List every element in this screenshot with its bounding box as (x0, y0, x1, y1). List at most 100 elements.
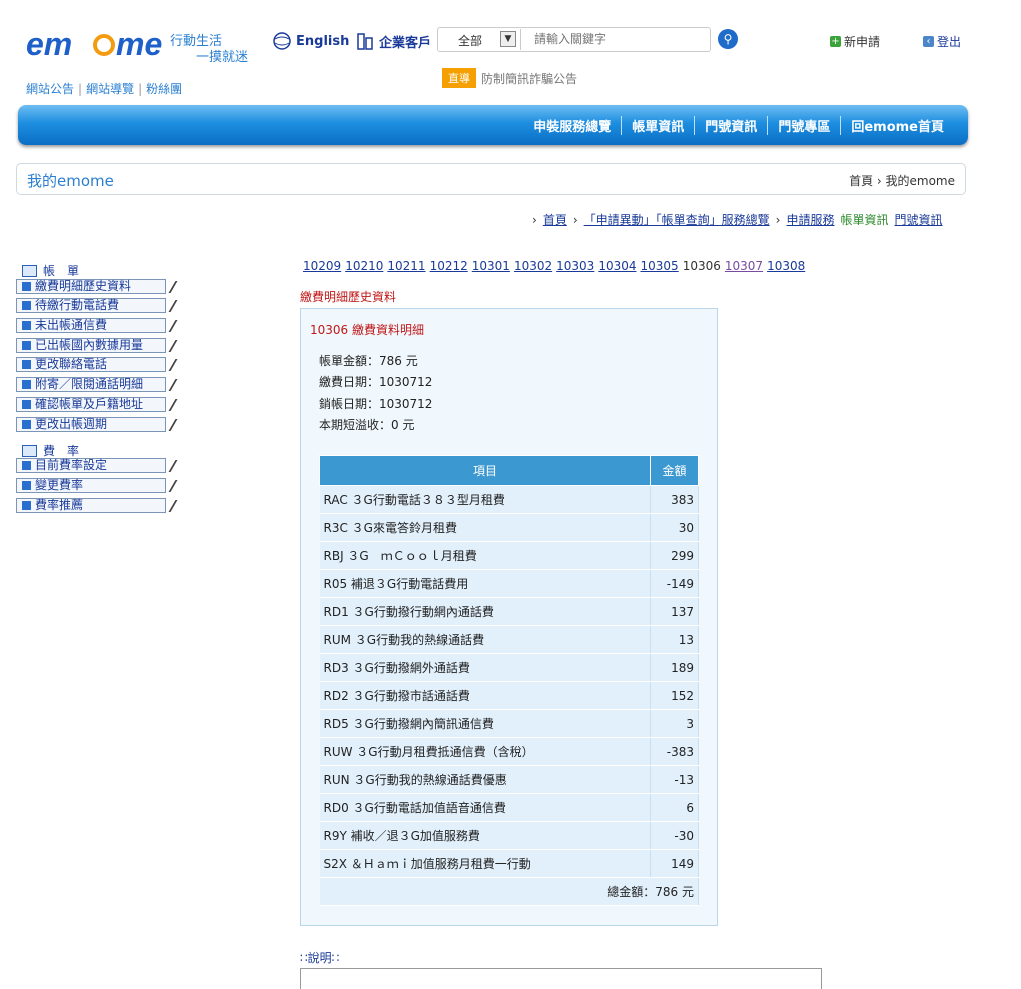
svg-text:em: em (26, 28, 72, 62)
table-row: RUM ３G行動我的熱線通話費 13 (319, 625, 699, 654)
sidebar-item[interactable]: 費率推薦 (16, 498, 166, 513)
nav-number-zone[interactable]: 門號專區 (768, 116, 842, 135)
row-amount: 30 (650, 513, 699, 542)
bc-current: 帳單資訊 (840, 213, 889, 227)
nav-bill-info[interactable]: 帳單資訊 (622, 116, 696, 135)
row-item: RD3 ３G行動撥網外通話費 (319, 653, 651, 682)
svg-text:me: me (116, 28, 162, 62)
total-amount: 總金額：786 元 (319, 877, 699, 906)
row-item: R3C ３G來電答鈴月租費 (319, 513, 651, 542)
folder-icon (22, 264, 37, 277)
nav-home[interactable]: 回emome首頁 (841, 116, 954, 135)
bullet-icon (22, 501, 31, 510)
building-icon (357, 33, 373, 50)
bullet-icon (22, 461, 31, 470)
month-link[interactable]: 10211 (387, 259, 425, 273)
bc-services[interactable]: 「申請異動」「帳單查詢」服務總覽 (584, 211, 770, 228)
link-sitemap[interactable]: 網站導覽 (86, 82, 134, 96)
table-row: RD5 ３G行動撥網內簡訊通信費 3 (319, 709, 699, 738)
table-row: R9Y 補收／退３G加值服務費 -30 (319, 821, 699, 850)
month-link[interactable]: 10302 (514, 259, 552, 273)
search-bar: 全部 ▼ (437, 27, 711, 52)
sidebar-item[interactable]: 未出帳通信費 (16, 318, 166, 333)
sidebar-item[interactable]: 更改聯絡電話 (16, 357, 166, 372)
row-item: R05 補退３G行動電話費用 (319, 569, 651, 598)
table-row: RD3 ３G行動撥網外通話費 189 (319, 653, 699, 682)
month-link[interactable]: 10209 (303, 259, 341, 273)
row-amount: 299 (650, 541, 699, 570)
row-amount: 3 (650, 709, 699, 738)
bullet-icon (22, 400, 31, 409)
bullet-icon (22, 380, 31, 389)
top-links: 網站公告 | 網站導覽 | 粉絲團 (26, 82, 183, 96)
notice-link[interactable]: 防制簡訊詐騙公告 (481, 70, 577, 87)
main-nav: 申裝服務總覽 帳單資訊 門號資訊 門號專區 回emome首頁 (18, 105, 968, 145)
nav-services[interactable]: 申裝服務總覽 (523, 116, 623, 135)
bullet-icon (22, 341, 31, 350)
english-link[interactable]: English (272, 31, 349, 51)
bc-home[interactable]: 首頁 (543, 211, 567, 228)
col-header-item: 項目 (319, 455, 651, 486)
search-input[interactable] (534, 30, 704, 47)
sidebar-item[interactable]: 更改出帳週期 (16, 417, 166, 432)
table-row: RD0 ３G行動電話加值語音通信費 6 (319, 793, 699, 822)
table-row: RD1 ３G行動撥行動網內通話費 137 (319, 597, 699, 626)
emome-logo[interactable]: em me (26, 28, 164, 62)
row-amount: 189 (650, 653, 699, 682)
sidebar-item[interactable]: 待繳行動電話費 (16, 298, 166, 313)
sidebar-item[interactable]: 確認帳單及戶籍地址 (16, 397, 166, 412)
description-title: ∷說明∷ (300, 951, 340, 965)
row-item: RAC ３G行動電話３８３型月租費 (319, 485, 651, 514)
table-row: R05 補退３G行動電話費用 -149 (319, 569, 699, 598)
month-current: 10306 (682, 259, 721, 273)
clear-date: 銷帳日期：1030712 (319, 397, 433, 411)
row-item: RUW ３G行動月租費抵通信費（含稅） (319, 737, 651, 766)
nav-number-info[interactable]: 門號資訊 (695, 116, 769, 135)
link-fans[interactable]: 粉絲團 (146, 82, 182, 96)
enterprise-link[interactable]: 企業客戶 (355, 31, 431, 51)
bc-number[interactable]: 門號資訊 (895, 211, 943, 228)
bullet-icon (22, 420, 31, 429)
slogan-line2: 一摸就迷 (196, 50, 249, 65)
description-box (300, 968, 822, 989)
bc-apply[interactable]: 申請服務 (786, 211, 834, 228)
month-link[interactable]: 10212 (430, 259, 468, 273)
row-item: S2X ＆Ｈａｍｉ加值服務月租費一行動 (319, 849, 651, 878)
page-title-bar: 我的emome 首頁 › 我的emome (16, 163, 966, 195)
sidebar-item[interactable]: 繳費明細歷史資料 (16, 279, 166, 294)
search-icon[interactable]: ⚲ (718, 29, 738, 49)
month-selector: 10209 10210 10211 10212 10301 10302 1030… (303, 259, 805, 273)
month-link[interactable]: 10301 (472, 259, 510, 273)
folder-icon (22, 444, 37, 457)
month-link[interactable]: 10308 (767, 259, 805, 273)
col-header-amount: 金額 (650, 455, 699, 486)
month-link[interactable]: 10304 (598, 259, 636, 273)
chevron-down-icon[interactable]: ▼ (500, 31, 516, 47)
row-item: R9Y 補收／退３G加值服務費 (319, 821, 651, 850)
row-amount: 149 (650, 849, 699, 878)
new-apply-link[interactable]: + 新申請 (830, 33, 880, 50)
link-announcement[interactable]: 網站公告 (26, 82, 74, 96)
table-row: RUN ３G行動我的熱線通話費優惠 -13 (319, 765, 699, 794)
row-item: RD2 ３G行動撥市話通話費 (319, 681, 651, 710)
plus-icon: + (830, 36, 841, 47)
sidebar-item[interactable]: 變更費率 (16, 478, 166, 493)
bill-amount: 帳單金額：786 元 (319, 354, 418, 368)
logout-icon: ‹ (923, 36, 934, 47)
month-link[interactable]: 10303 (556, 259, 594, 273)
bullet-icon (22, 282, 31, 291)
month-link[interactable]: 10305 (641, 259, 679, 273)
breadcrumb[interactable]: 首頁 › 我的emome (849, 172, 955, 189)
logout-link[interactable]: ‹ 登出 (923, 33, 961, 50)
sidebar-item[interactable]: 目前費率設定 (16, 458, 166, 473)
month-link[interactable]: 10210 (345, 259, 383, 273)
row-amount: 6 (650, 793, 699, 822)
bullet-icon (22, 301, 31, 310)
sidebar-item[interactable]: 附寄／限閱通話明細 (16, 377, 166, 392)
row-amount: 383 (650, 485, 699, 514)
bill-detail-panel: 10306 繳費資料明細 帳單金額：786 元 繳費日期：1030712 銷帳日… (300, 308, 718, 926)
sidebar-item[interactable]: 已出帳國內數據用量 (16, 338, 166, 353)
search-category[interactable]: 全部 (458, 32, 482, 49)
month-link[interactable]: 10307 (725, 259, 763, 273)
row-item: RUM ３G行動我的熱線通話費 (319, 625, 651, 654)
